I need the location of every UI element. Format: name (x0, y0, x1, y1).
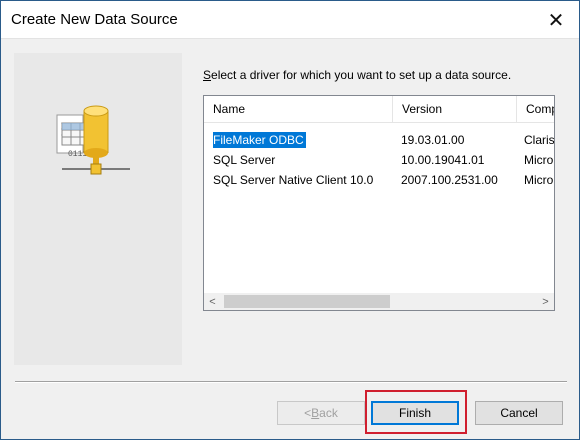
scroll-right-button[interactable]: > (537, 293, 554, 310)
list-header: Name Version Comp (204, 96, 554, 123)
driver-row-sql-server[interactable]: SQL Server 10.00.19041.01 Micro (204, 150, 554, 170)
chevron-right-icon: > (542, 295, 549, 308)
scroll-thumb[interactable] (224, 295, 390, 308)
driver-row-sql-native-client[interactable]: SQL Server Native Client 10.0 2007.100.2… (204, 170, 554, 190)
close-icon: ✕ (547, 9, 565, 32)
driver-company: Micro (524, 173, 554, 187)
finish-highlight-annotation (365, 390, 467, 434)
driver-company: Claris (524, 133, 554, 147)
column-header-name[interactable]: Name (204, 96, 393, 122)
driver-name: SQL Server (213, 153, 276, 167)
back-accelerator: B (311, 406, 320, 420)
back-prefix: < (304, 406, 312, 420)
cancel-button[interactable]: Cancel (475, 401, 563, 425)
driver-list[interactable]: Name Version Comp FileMaker ODBC 19.03.0… (203, 95, 555, 311)
database-driver-icon: 01110 (56, 105, 130, 175)
driver-version: 10.00.19041.01 (401, 153, 485, 167)
window-title: Create New Data Source (11, 11, 178, 28)
column-header-company[interactable]: Comp (517, 96, 554, 122)
driver-prompt-label: Select a driver for which you want to se… (203, 68, 511, 82)
column-header-version[interactable]: Version (393, 96, 517, 122)
title-bar: Create New Data Source ✕ (1, 1, 579, 39)
back-label: ack (319, 406, 338, 420)
close-button[interactable]: ✕ (533, 1, 579, 39)
footer-separator (15, 381, 567, 383)
driver-version: 19.03.01.00 (401, 133, 465, 147)
chevron-left-icon: < (209, 295, 216, 308)
driver-version: 2007.100.2531.00 (401, 173, 498, 187)
horizontal-scrollbar[interactable]: < > (204, 293, 554, 310)
prompt-accelerator: S (203, 68, 212, 82)
prompt-text: elect a driver for which you want to set… (211, 68, 512, 82)
back-button[interactable]: < Back (277, 401, 365, 425)
create-new-data-source-dialog: Create New Data Source ✕ 01110 Select a … (0, 0, 580, 440)
driver-company: Micro (524, 153, 554, 167)
driver-row-filemaker[interactable]: FileMaker ODBC 19.03.01.00 Claris (204, 130, 554, 150)
driver-name-text: FileMaker ODBC (213, 131, 307, 149)
driver-name: SQL Server Native Client 10.0 (213, 173, 374, 187)
scroll-left-button[interactable]: < (204, 293, 221, 310)
driver-name: FileMaker ODBC (213, 130, 393, 150)
wizard-illustration-panel: 01110 (14, 53, 182, 365)
